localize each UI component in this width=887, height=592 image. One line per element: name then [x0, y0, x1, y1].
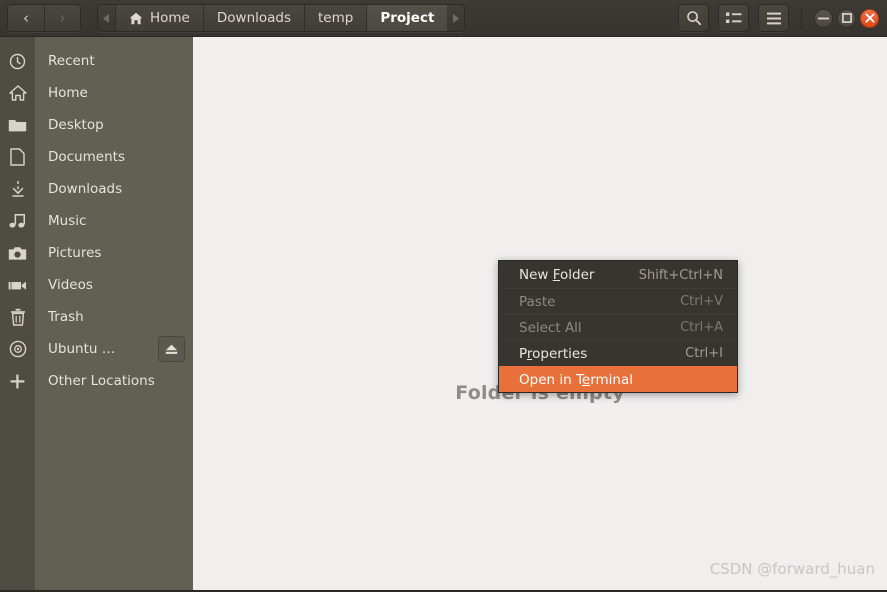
- list-view-icon: [725, 12, 741, 23]
- eject-icon: [165, 344, 178, 354]
- maximize-icon: [841, 13, 852, 23]
- camera-icon: [0, 246, 35, 261]
- triangle-right-icon: [453, 13, 460, 23]
- breadcrumb-item-home[interactable]: Home: [115, 5, 203, 31]
- menu-item-label: Select All: [519, 319, 582, 336]
- search-icon: [686, 11, 701, 26]
- hamburger-menu-icon: [766, 12, 781, 24]
- clock-icon: [0, 53, 35, 70]
- menu-item-select-all[interactable]: Select All Ctrl+A: [499, 314, 737, 340]
- view-options-button[interactable]: [718, 4, 749, 32]
- document-icon: [0, 148, 35, 166]
- sidebar-item-trash[interactable]: Trash: [0, 301, 193, 333]
- sidebar-item-pictures[interactable]: Pictures: [0, 237, 193, 269]
- breadcrumb-item-temp[interactable]: temp: [304, 5, 367, 31]
- window-controls: [814, 8, 879, 28]
- sidebar-item-label: Home: [48, 85, 88, 101]
- sidebar-item-label: Downloads: [48, 181, 123, 197]
- breadcrumb-scroll-left[interactable]: [98, 5, 115, 31]
- header-separator: [801, 7, 802, 29]
- breadcrumb-item-project[interactable]: Project: [366, 5, 448, 31]
- forward-button[interactable]: ›: [44, 5, 80, 31]
- chevron-right-icon: ›: [59, 9, 66, 27]
- sidebar-item-music[interactable]: Music: [0, 205, 193, 237]
- music-note-icon: [0, 213, 35, 229]
- menu-item-label: Paste: [519, 293, 556, 310]
- menu-item-accelerator: Ctrl+V: [680, 294, 723, 309]
- sidebar-item-downloads[interactable]: Downloads: [0, 173, 193, 205]
- video-camera-icon: [0, 279, 35, 292]
- context-menu: New Folder Shift+Ctrl+N Paste Ctrl+V Sel…: [498, 260, 738, 393]
- search-button[interactable]: [678, 4, 709, 32]
- main-menu-button[interactable]: [758, 4, 789, 32]
- home-icon: [0, 85, 35, 101]
- menu-item-paste[interactable]: Paste Ctrl+V: [499, 288, 737, 314]
- menu-item-properties[interactable]: Properties Ctrl+I: [499, 340, 737, 366]
- plus-icon: [0, 373, 35, 390]
- sidebar-list: Recent Home Desktop Documents Downloads …: [0, 45, 193, 397]
- sidebar-item-label: Trash: [48, 309, 84, 325]
- sidebar-item-desktop[interactable]: Desktop: [0, 109, 193, 141]
- folder-icon: [0, 118, 35, 133]
- menu-item-label: Properties: [519, 345, 588, 362]
- maximize-button[interactable]: [837, 8, 856, 28]
- trash-icon: [0, 308, 35, 326]
- chevron-left-icon: ‹: [23, 9, 29, 27]
- file-manager-window: ‹ › Home Downloads temp Project Recent H…: [0, 0, 887, 592]
- breadcrumb-label: Home: [150, 10, 190, 26]
- eject-button[interactable]: [158, 336, 185, 362]
- menu-item-accelerator: Shift+Ctrl+N: [638, 267, 723, 283]
- sidebar-item-label: Videos: [48, 277, 93, 293]
- sidebar-item-recent[interactable]: Recent: [0, 45, 193, 77]
- sidebar-item-ubuntu-disc[interactable]: Ubuntu …: [0, 333, 193, 365]
- back-button[interactable]: ‹: [8, 5, 44, 31]
- breadcrumb-label: Downloads: [216, 10, 292, 26]
- breadcrumb: Home Downloads temp Project: [97, 4, 466, 32]
- menu-item-open-in-terminal[interactable]: Open in Terminal: [499, 366, 737, 392]
- watermark-text: CSDN @forward_huan: [709, 560, 875, 578]
- sidebar-item-label: Other Locations: [48, 373, 155, 389]
- menu-item-accelerator: Ctrl+I: [685, 346, 723, 361]
- sidebar-item-label: Desktop: [48, 117, 104, 133]
- sidebar-item-label: Recent: [48, 53, 95, 69]
- close-button[interactable]: [860, 8, 879, 28]
- breadcrumb-scroll-right[interactable]: [447, 5, 465, 31]
- sidebar-item-label: Pictures: [48, 245, 102, 261]
- breadcrumb-label: Project: [380, 10, 435, 26]
- menu-item-new-folder[interactable]: New Folder Shift+Ctrl+N: [499, 262, 737, 288]
- sidebar-item-videos[interactable]: Videos: [0, 269, 193, 301]
- navigation-button-group: ‹ ›: [7, 4, 81, 32]
- breadcrumb-label: temp: [318, 10, 354, 26]
- disc-icon: [0, 340, 35, 358]
- menu-item-accelerator: Ctrl+A: [680, 320, 723, 335]
- sidebar: Recent Home Desktop Documents Downloads …: [0, 37, 193, 590]
- triangle-left-icon: [103, 13, 109, 23]
- close-icon: [864, 13, 875, 23]
- minimize-icon: [818, 17, 829, 19]
- home-icon: [129, 12, 143, 25]
- header-bar: ‹ › Home Downloads temp Project: [0, 0, 887, 37]
- sidebar-item-home[interactable]: Home: [0, 77, 193, 109]
- download-icon: [0, 180, 35, 198]
- menu-item-label: New Folder: [519, 267, 595, 283]
- sidebar-item-documents[interactable]: Documents: [0, 141, 193, 173]
- sidebar-item-other-locations[interactable]: Other Locations: [0, 365, 193, 397]
- breadcrumb-item-downloads[interactable]: Downloads: [202, 5, 305, 31]
- sidebar-item-label: Music: [48, 213, 87, 229]
- menu-item-label: Open in Terminal: [519, 371, 634, 388]
- sidebar-item-label: Documents: [48, 149, 125, 165]
- header-right-group: [678, 4, 887, 32]
- sidebar-item-label: Ubuntu …: [48, 341, 116, 357]
- minimize-button[interactable]: [814, 8, 833, 28]
